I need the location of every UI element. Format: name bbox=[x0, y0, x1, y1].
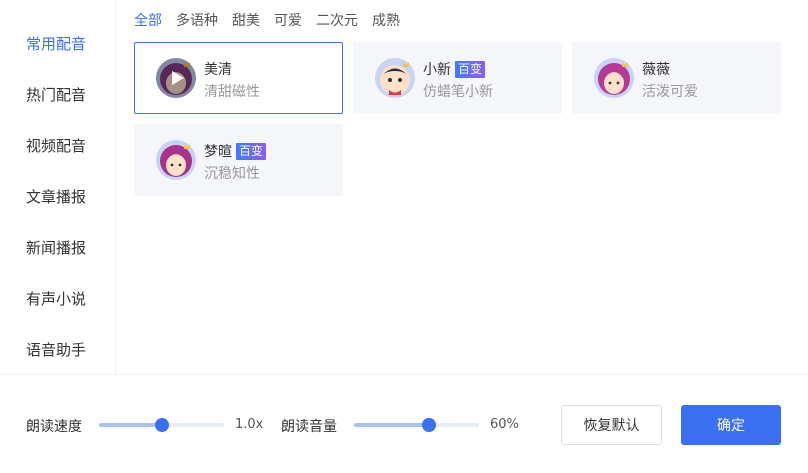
filter-tab-anime[interactable]: 二次元 bbox=[316, 10, 358, 32]
sidebar-item-article-broadcast[interactable]: 文章播报 bbox=[26, 186, 86, 207]
voice-description: 沉稳知性 bbox=[204, 166, 260, 182]
confirm-button[interactable]: 确定 bbox=[681, 405, 781, 445]
voice-name: 梦暄 bbox=[204, 144, 232, 160]
filter-tab-cute[interactable]: 可爱 bbox=[274, 10, 302, 32]
voice-description: 仿蜡笔小新 bbox=[423, 84, 493, 100]
voice-description: 清甜磁性 bbox=[204, 84, 260, 100]
bianbian-badge: 百变 bbox=[455, 61, 486, 78]
speed-label: 朗读速度 bbox=[26, 419, 82, 435]
sidebar-item-common-voices[interactable]: 常用配音 bbox=[26, 33, 86, 54]
volume-label: 朗读音量 bbox=[281, 419, 337, 435]
sidebar-item-popular-voices[interactable]: 热门配音 bbox=[26, 84, 86, 105]
filter-tab-mature[interactable]: 成熟 bbox=[372, 10, 400, 32]
filter-tab-multilingual[interactable]: 多语种 bbox=[176, 10, 218, 32]
speed-value: 1.0x bbox=[235, 417, 264, 432]
volume-slider[interactable] bbox=[354, 418, 479, 432]
volume-value: 60% bbox=[490, 417, 519, 432]
voice-name: 小新 bbox=[423, 62, 451, 78]
voice-name: 美清 bbox=[204, 62, 232, 78]
filter-tab-all[interactable]: 全部 bbox=[134, 10, 162, 32]
female-avatar-icon bbox=[594, 58, 634, 98]
voice-card[interactable]: 薇薇 活泼可爱 bbox=[572, 42, 781, 114]
speed-slider[interactable] bbox=[99, 418, 224, 432]
female-avatar-icon bbox=[156, 140, 196, 180]
voice-card[interactable]: 美清 清甜磁性 bbox=[134, 42, 343, 114]
reset-default-button[interactable]: 恢复默认 bbox=[561, 405, 662, 445]
sidebar-item-voice-assistant[interactable]: 语音助手 bbox=[26, 339, 86, 360]
voice-card[interactable]: 小新 百变 仿蜡笔小新 bbox=[353, 42, 562, 114]
category-sidebar: 常用配音 热门配音 视频配音 文章播报 新闻播报 有声小说 语音助手 bbox=[0, 0, 116, 374]
sidebar-item-video-voices[interactable]: 视频配音 bbox=[26, 135, 86, 156]
filter-tab-sweet[interactable]: 甜美 bbox=[232, 10, 260, 32]
bianbian-badge: 百变 bbox=[236, 143, 267, 160]
sidebar-item-audio-novel[interactable]: 有声小说 bbox=[26, 288, 86, 309]
style-filter-tabs: 全部 多语种 甜美 可爱 二次元 成熟 bbox=[134, 10, 400, 32]
voice-card[interactable]: 梦暄 百变 沉稳知性 bbox=[134, 124, 343, 196]
voice-description: 活泼可爱 bbox=[642, 84, 698, 100]
voice-name: 薇薇 bbox=[642, 62, 670, 78]
speed-slider-handle[interactable] bbox=[154, 418, 169, 432]
footer-divider bbox=[0, 374, 808, 375]
boy-avatar-icon bbox=[375, 58, 415, 98]
female-avatar-icon bbox=[156, 58, 196, 98]
volume-slider-handle[interactable] bbox=[422, 418, 436, 432]
sidebar-item-news-broadcast[interactable]: 新闻播报 bbox=[26, 237, 86, 258]
